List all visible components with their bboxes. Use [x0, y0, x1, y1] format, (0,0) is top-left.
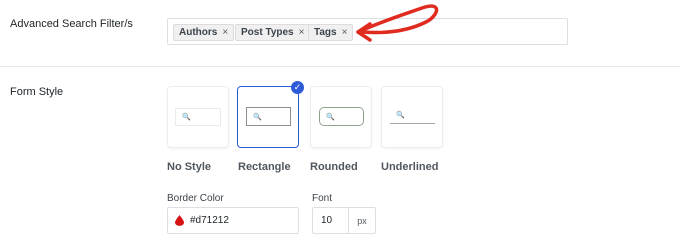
preview-search-box: 🔍	[390, 107, 435, 124]
preview-search-box: 🔍	[246, 107, 291, 126]
style-label-underlined: Underlined	[381, 161, 439, 173]
tag-authors[interactable]: Authors ×	[173, 24, 235, 41]
section-divider	[0, 66, 680, 67]
font-size-value[interactable]: 10	[313, 208, 348, 233]
checkmark-icon: ✓	[291, 81, 304, 94]
tag-label: Authors	[179, 27, 218, 38]
style-label-rectangle: Rectangle	[238, 161, 291, 173]
style-option-underlined[interactable]: 🔍	[381, 86, 443, 148]
remove-tag-icon[interactable]: ×	[222, 27, 228, 38]
style-label-rounded: Rounded	[310, 161, 358, 173]
tag-tags[interactable]: Tags ×	[308, 24, 354, 41]
border-color-input[interactable]: #d71212	[167, 207, 299, 234]
style-option-rounded[interactable]: 🔍	[310, 86, 372, 148]
font-label: Font	[312, 193, 333, 204]
tag-post-types[interactable]: Post Types ×	[235, 24, 311, 41]
font-size-unit: px	[348, 208, 375, 233]
search-icon: 🔍	[326, 113, 335, 121]
droplet-icon	[175, 215, 184, 226]
tag-label: Tags	[314, 27, 337, 38]
preview-search-box: 🔍	[319, 107, 364, 126]
search-icon: 🔍	[253, 113, 262, 121]
remove-tag-icon[interactable]: ×	[299, 27, 305, 38]
font-size-input[interactable]: 10 px	[312, 207, 376, 234]
style-option-rectangle[interactable]: ✓ 🔍	[237, 81, 304, 148]
search-icon: 🔍	[182, 114, 191, 121]
form-style-label: Form Style	[10, 86, 64, 98]
remove-tag-icon[interactable]: ×	[342, 27, 348, 38]
border-color-label: Border Color	[167, 193, 224, 204]
tag-label: Post Types	[241, 27, 294, 38]
style-option-no-style[interactable]: 🔍	[167, 86, 229, 148]
advanced-search-filters-label: Advanced Search Filter/s	[10, 18, 133, 30]
border-color-value: #d71212	[190, 215, 229, 226]
preview-search-box: 🔍	[175, 108, 221, 126]
red-arrow-annotation	[356, 4, 439, 42]
style-label-no-style: No Style	[167, 161, 212, 173]
search-icon: 🔍	[396, 112, 405, 119]
